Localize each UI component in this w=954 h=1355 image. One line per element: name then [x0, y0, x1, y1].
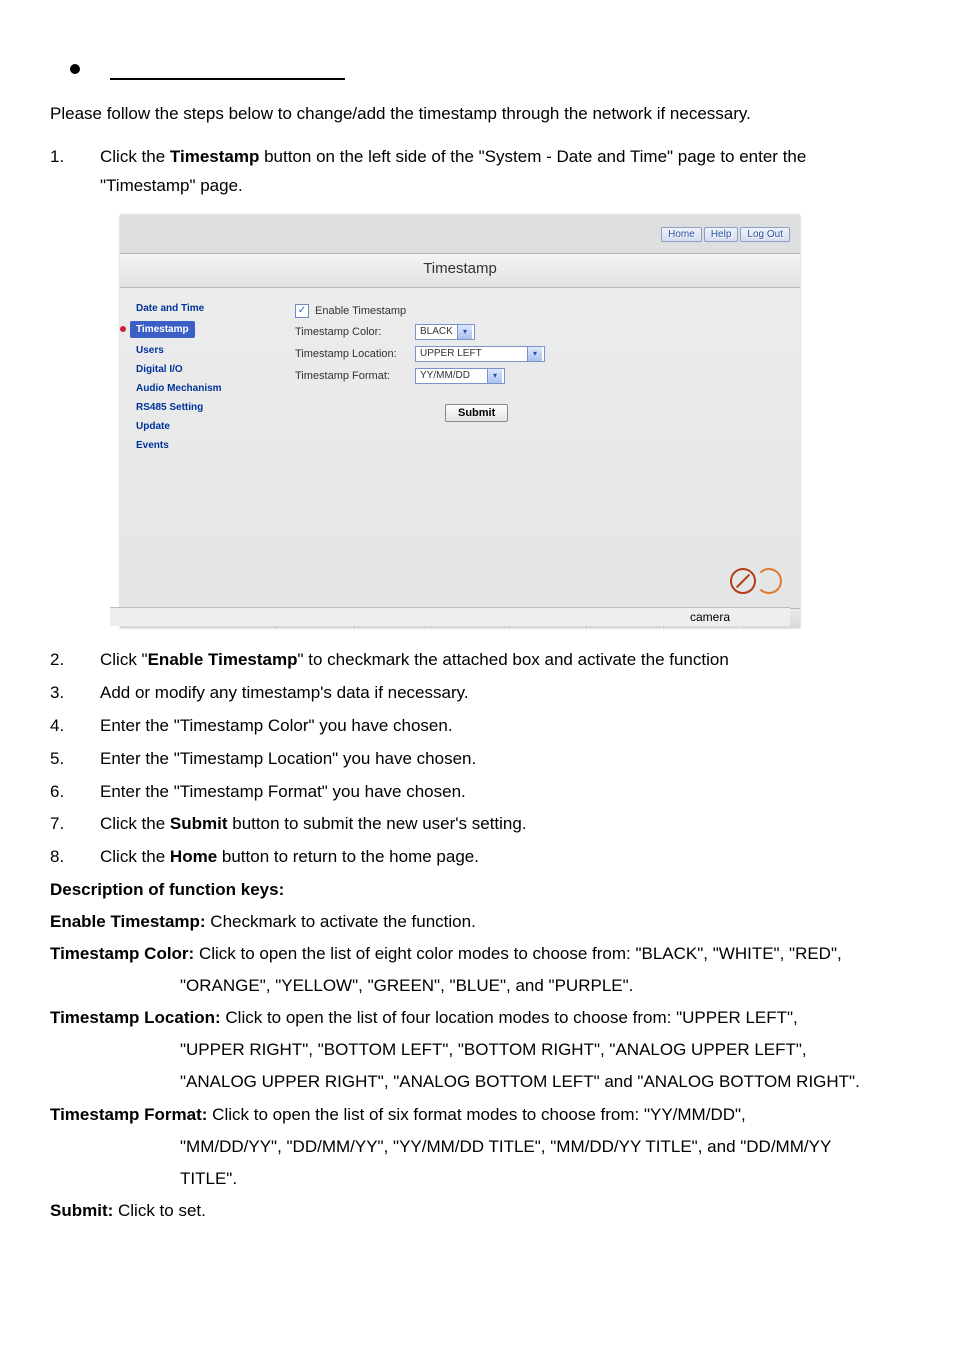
step-5: 5. Enter the "Timestamp Location" you ha… — [50, 745, 904, 774]
sidebar-item-audio-mechanism[interactable]: Audio Mechanism — [130, 380, 285, 397]
brand-logo — [730, 568, 782, 594]
desc-label: Submit: — [50, 1201, 118, 1220]
timestamp-location-select[interactable]: UPPER LEFT ▾ — [415, 346, 545, 362]
text: button to return to the home page. — [217, 847, 479, 866]
timestamp-location-label: Timestamp Location: — [295, 348, 415, 360]
step-number: 8. — [50, 843, 100, 872]
text: button to submit the new user's setting. — [228, 814, 527, 833]
step-number: 4. — [50, 712, 100, 741]
text: Add or modify any timestamp's data if ne… — [100, 679, 904, 708]
text: Click the — [100, 814, 170, 833]
text: Click to open the list of four location … — [225, 1008, 797, 1027]
description-heading: Description of function keys: — [50, 880, 284, 899]
text-bold: Timestamp — [170, 147, 259, 166]
text: Enter the "Timestamp Color" you have cho… — [100, 712, 904, 741]
sidebar-item-rs485-setting[interactable]: RS485 Setting — [130, 399, 285, 416]
desc-timestamp-color: Timestamp Color: Click to open the list … — [50, 940, 904, 968]
text: Click to open the list of eight color mo… — [199, 944, 842, 963]
text-bold: Home — [170, 847, 217, 866]
form-area: ✓ Enable Timestamp Timestamp Color: BLAC… — [285, 288, 800, 608]
timestamp-color-select[interactable]: BLACK ▾ — [415, 324, 475, 340]
text-bold: Enable Timestamp — [148, 650, 298, 669]
step-4: 4. Enter the "Timestamp Color" you have … — [50, 712, 904, 741]
section-bullet — [50, 60, 904, 80]
timestamp-color-label: Timestamp Color: — [295, 326, 415, 338]
help-button[interactable]: Help — [704, 227, 739, 242]
top-right-buttons: Home Help Log Out — [661, 227, 790, 242]
desc-timestamp-format-cont: "MM/DD/YY", "DD/MM/YY", "YY/MM/DD TITLE"… — [180, 1133, 904, 1161]
desc-label: Timestamp Format: — [50, 1105, 212, 1124]
desc-label: Enable Timestamp: — [50, 912, 210, 931]
logout-button[interactable]: Log Out — [740, 227, 790, 242]
desc-timestamp-format: Timestamp Format: Click to open the list… — [50, 1101, 904, 1129]
step-8: 8. Click the Home button to return to th… — [50, 843, 904, 872]
desc-label: Timestamp Location: — [50, 1008, 225, 1027]
intro-paragraph: Please follow the steps below to change/… — [50, 100, 904, 127]
timestamp-format-value: YY/MM/DD — [418, 370, 487, 381]
text: Enter the "Timestamp Location" you have … — [100, 745, 904, 774]
step-number: 3. — [50, 679, 100, 708]
step-2: 2. Click "Enable Timestamp" to checkmark… — [50, 646, 904, 675]
desc-timestamp-location-cont: "ANALOG UPPER RIGHT", "ANALOG BOTTOM LEF… — [180, 1068, 904, 1096]
text: Click the — [100, 147, 170, 166]
text: Click the — [100, 847, 170, 866]
desc-submit: Submit: Click to set. — [50, 1197, 904, 1225]
sidebar-item-timestamp[interactable]: Timestamp — [130, 321, 195, 338]
section-heading-placeholder — [110, 60, 345, 80]
step-number: 6. — [50, 778, 100, 807]
timestamp-color-value: BLACK — [418, 326, 457, 337]
chevron-down-icon: ▾ — [527, 347, 542, 361]
home-button[interactable]: Home — [661, 227, 702, 242]
text: Click to set. — [118, 1201, 206, 1220]
desc-enable-timestamp: Enable Timestamp: Checkmark to activate … — [50, 908, 904, 936]
desc-timestamp-format-cont: TITLE". — [180, 1165, 904, 1193]
camera-ui-screenshot: Home Help Log Out Timestamp Date and Tim… — [120, 215, 800, 628]
sidebar-item-date-and-time[interactable]: Date and Time — [130, 300, 285, 317]
text: Click " — [100, 650, 148, 669]
step-number: 7. — [50, 810, 100, 839]
sidebar-item-update[interactable]: Update — [130, 418, 285, 435]
bullet-icon — [70, 64, 80, 74]
text: Click to open the list of six format mod… — [212, 1105, 746, 1124]
chevron-down-icon: ▾ — [487, 369, 502, 383]
text: Enter the "Timestamp Format" you have ch… — [100, 778, 904, 807]
timestamp-location-value: UPPER LEFT — [418, 348, 527, 359]
step-number: 2. — [50, 646, 100, 675]
step-3: 3. Add or modify any timestamp's data if… — [50, 679, 904, 708]
text-bold: Submit — [170, 814, 228, 833]
chevron-down-icon: ▾ — [457, 325, 472, 339]
step-1: 1. Click the Timestamp button on the lef… — [50, 143, 904, 201]
timestamp-format-select[interactable]: YY/MM/DD ▾ — [415, 368, 505, 384]
logo-icon — [756, 568, 782, 594]
step-number: 5. — [50, 745, 100, 774]
enable-timestamp-checkbox[interactable]: ✓ — [295, 304, 309, 318]
step-number: 1. — [50, 143, 100, 201]
sidebar-item-digital-io[interactable]: Digital I/O — [130, 361, 285, 378]
timestamp-format-label: Timestamp Format: — [295, 370, 415, 382]
desc-label: Timestamp Color: — [50, 944, 199, 963]
sidebar-item-events[interactable]: Events — [130, 437, 285, 454]
sidebar-item-users[interactable]: Users — [130, 342, 285, 359]
enable-timestamp-label: Enable Timestamp — [315, 305, 406, 317]
step-6: 6. Enter the "Timestamp Format" you have… — [50, 778, 904, 807]
desc-timestamp-color-cont: "ORANGE", "YELLOW", "GREEN", "BLUE", and… — [180, 972, 904, 1000]
step-7: 7. Click the Submit button to submit the… — [50, 810, 904, 839]
submit-button[interactable]: Submit — [445, 404, 508, 422]
text: Checkmark to activate the function. — [210, 912, 476, 931]
logo-icon — [730, 568, 756, 594]
sidebar: Date and Time Timestamp Users Digital I/… — [120, 288, 285, 608]
desc-timestamp-location-cont: "UPPER RIGHT", "BOTTOM LEFT", "BOTTOM RI… — [180, 1036, 904, 1064]
desc-timestamp-location: Timestamp Location: Click to open the li… — [50, 1004, 904, 1032]
brand-label: camera — [110, 607, 790, 626]
panel-title: Timestamp — [120, 253, 800, 287]
text: " to checkmark the attached box and acti… — [298, 650, 729, 669]
